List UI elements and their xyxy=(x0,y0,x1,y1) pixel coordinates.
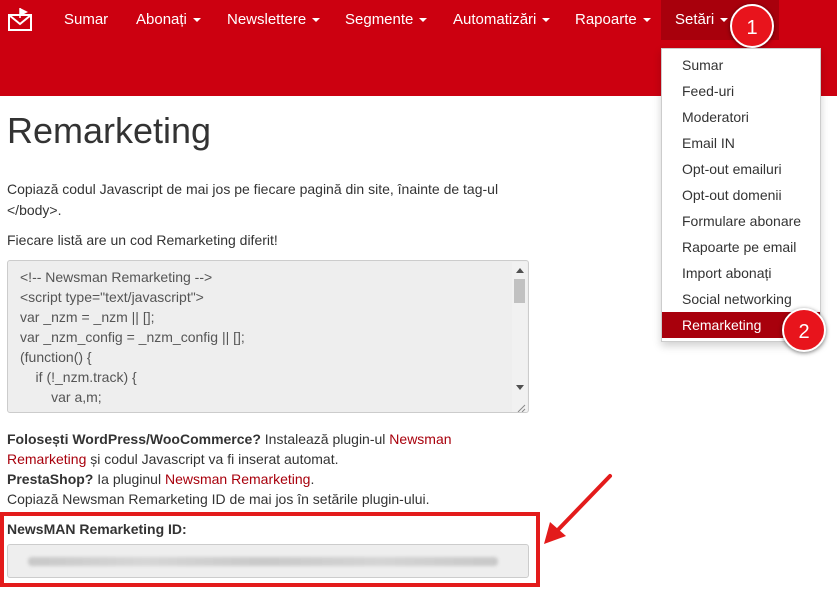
envelope-logo-icon[interactable] xyxy=(6,6,36,34)
menu-item-import-abonati[interactable]: Import abonați xyxy=(662,260,820,286)
nav-label: Automatizări xyxy=(453,11,537,28)
copy-id-instruction: Copiază Newsman Remarketing ID de mai jo… xyxy=(7,491,430,507)
remarketing-id-field[interactable] xyxy=(7,544,529,578)
textarea-scrollbar[interactable] xyxy=(512,262,527,412)
menu-item-opt-out-emailuri[interactable]: Opt-out emailuri xyxy=(662,156,820,182)
wordpress-info-line1: Folosești WordPress/WooCommerce? Instale… xyxy=(7,429,452,449)
prestashop-question: PrestaShop? xyxy=(7,471,94,487)
intro-text-line1: Copiază codul Javascript de mai jos pe f… xyxy=(7,181,499,197)
menu-item-moderatori[interactable]: Moderatori xyxy=(662,104,820,130)
caret-down-icon xyxy=(642,18,651,23)
prestashop-plugin-link[interactable]: Newsman Remarketing xyxy=(165,471,311,487)
red-pointer-arrow-icon xyxy=(544,474,612,544)
nav-label: Newslettere xyxy=(227,11,307,28)
nav-label: Sumar xyxy=(64,11,109,28)
code-line: var _nzm = _nzm || []; xyxy=(20,309,155,325)
nav-automatizari[interactable]: Automatizări xyxy=(453,0,551,40)
wordpress-question: Folosești WordPress/WooCommerce? xyxy=(7,431,261,447)
scroll-down-arrow-icon[interactable] xyxy=(516,385,524,390)
caret-down-icon xyxy=(312,18,321,23)
nav-segmente[interactable]: Segmente xyxy=(345,0,428,40)
nav-label: Abonați xyxy=(136,11,187,28)
settings-dropdown-menu: Sumar Feed-uri Moderatori Email IN Opt-o… xyxy=(661,48,821,342)
code-line: var a,m; xyxy=(20,389,102,405)
menu-item-sumar[interactable]: Sumar xyxy=(662,52,820,78)
caret-down-icon xyxy=(542,18,551,23)
menu-item-formulare-abonare[interactable]: Formulare abonare xyxy=(662,208,820,234)
step-badge-1: 1 xyxy=(730,4,774,48)
nav-label: Setări xyxy=(675,11,715,28)
blurred-id-value xyxy=(28,557,498,566)
remarketing-id-label: NewsMAN Remarketing ID: xyxy=(7,521,187,537)
newsman-plugin-link[interactable]: Newsman xyxy=(389,431,451,447)
remarketing-plugin-link[interactable]: Remarketing xyxy=(7,451,86,467)
code-line: var _nzm_config = _nzm_config || []; xyxy=(20,329,245,345)
scroll-thumb[interactable] xyxy=(514,279,525,303)
menu-item-feed-uri[interactable]: Feed-uri xyxy=(662,78,820,104)
code-line: <!-- Newsman Remarketing --> xyxy=(20,269,213,285)
code-line: (function() { xyxy=(20,349,92,365)
step-badge-2: 2 xyxy=(782,308,826,352)
caret-down-icon xyxy=(720,18,729,23)
caret-down-icon xyxy=(419,18,428,23)
prestashop-info: PrestaShop? Ia pluginul Newsman Remarket… xyxy=(7,469,314,489)
intro-note: Fiecare listă are un cod Remarketing dif… xyxy=(7,232,278,248)
code-line: if (!_nzm.track) { xyxy=(20,369,137,385)
wordpress-text-2: și codul Javascript va fi inserat automa… xyxy=(86,451,339,467)
nav-label: Segmente xyxy=(345,11,414,28)
remarketing-code-textarea[interactable]: <!-- Newsman Remarketing --> <script typ… xyxy=(7,260,529,413)
prestashop-text: Ia pluginul xyxy=(93,471,165,487)
nav-abonati[interactable]: Abonați xyxy=(136,0,201,40)
menu-item-rapoarte-pe-email[interactable]: Rapoarte pe email xyxy=(662,234,820,260)
caret-down-icon xyxy=(192,18,201,23)
resize-grip-icon[interactable] xyxy=(516,400,526,412)
page-title: Remarketing xyxy=(7,110,212,151)
nav-newslettere[interactable]: Newslettere xyxy=(227,0,321,40)
nav-label: Rapoarte xyxy=(575,11,637,28)
wordpress-info-line2: Remarketing și codul Javascript va fi in… xyxy=(7,449,338,469)
wordpress-text: Instalează plugin-ul xyxy=(260,431,390,447)
intro-text-line2: </body>. xyxy=(7,202,62,218)
menu-item-email-in[interactable]: Email IN xyxy=(662,130,820,156)
nav-sumar[interactable]: Sumar xyxy=(64,0,108,40)
nav-rapoarte[interactable]: Rapoarte xyxy=(575,0,651,40)
prestashop-period: . xyxy=(310,471,315,487)
menu-item-opt-out-domenii[interactable]: Opt-out domenii xyxy=(662,182,820,208)
code-line: <script type="text/javascript"> xyxy=(20,289,204,305)
scroll-up-arrow-icon[interactable] xyxy=(516,268,524,273)
